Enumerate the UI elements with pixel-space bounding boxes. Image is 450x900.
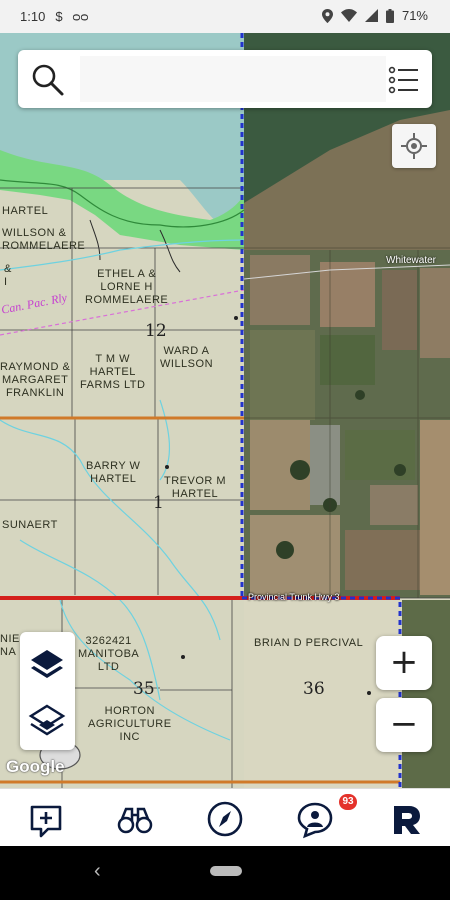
owner-label: T M W HARTEL FARMS LTD [80,353,146,391]
zoom-out-button[interactable]: − [376,698,432,752]
owner-label: HARTEL [2,205,49,217]
app-logo-button[interactable] [383,797,427,841]
owner-label: WILLSON & ROMMELAERE [2,227,86,252]
person-chat-icon [297,802,333,839]
system-home-pill[interactable] [210,866,242,876]
owner-label: BARRY W HARTEL [86,460,141,485]
highway-label: Provincial Trunk Hwy 3 [248,592,340,602]
binoculars-icon [117,807,153,834]
owner-label: ETHEL A & LORNE H ROMMELAERE [85,268,169,306]
sync-icon: $ [55,8,63,24]
notification-badge: 93 [339,794,357,810]
add-note-button[interactable] [24,797,68,841]
signal-icon [364,9,378,22]
section-number: 36 [303,679,325,699]
layers-icon [31,650,63,678]
system-nav-bar: ‹ [0,846,450,900]
layers-panel [20,632,75,750]
owner-label: HORTON AGRICULTURE INC [88,705,172,743]
map-layers-button[interactable] [20,636,75,691]
owner-label: SUNAERT [2,519,58,531]
list-menu-icon[interactable] [384,60,424,100]
voicemail-icon: ᴑᴑ [72,8,89,24]
system-back-icon[interactable]: ‹ [94,860,101,883]
compass-icon [207,801,243,837]
section-number: 1 [153,493,164,513]
overlay-layers-button[interactable] [20,694,75,749]
my-location-button[interactable] [392,124,436,168]
contacts-button[interactable] [293,797,337,841]
owner-label: TREVOR M HARTEL [164,475,227,500]
owner-label: 3262421 MANITOBA LTD [78,635,140,673]
crosshair-icon [401,133,427,159]
battery-icon [385,8,394,23]
r-logo-icon [394,806,420,834]
battery-percent: 71% [401,8,428,23]
zoom-in-button[interactable]: + [376,636,432,690]
status-time: 1:10 [20,9,46,24]
layers-outline-icon [28,704,66,736]
place-label: Whitewater [386,255,437,266]
explore-button[interactable] [113,797,157,841]
location-icon [321,8,333,23]
section-number: 12 [145,321,167,341]
owner-label: BRIAN D PERCIVAL [254,637,364,649]
status-bar: 1:10 $ ᴑᴑ 71% [0,0,450,33]
bottom-nav: 93 [0,788,450,847]
section-number: 35 [133,679,155,699]
search-bar [18,50,432,108]
navigate-button[interactable] [203,797,247,841]
owner-label: RAYMOND & MARGARET FRANKLIN [0,361,71,399]
search-icon[interactable] [28,60,68,100]
search-input[interactable] [80,56,386,102]
add-comment-icon [30,805,62,838]
owner-label: NIE NA [0,633,20,658]
wifi-icon [340,9,357,22]
owner-label: & I [4,263,12,288]
google-attribution: Google [6,757,65,776]
owner-label: WARD A WILLSON [160,345,214,370]
